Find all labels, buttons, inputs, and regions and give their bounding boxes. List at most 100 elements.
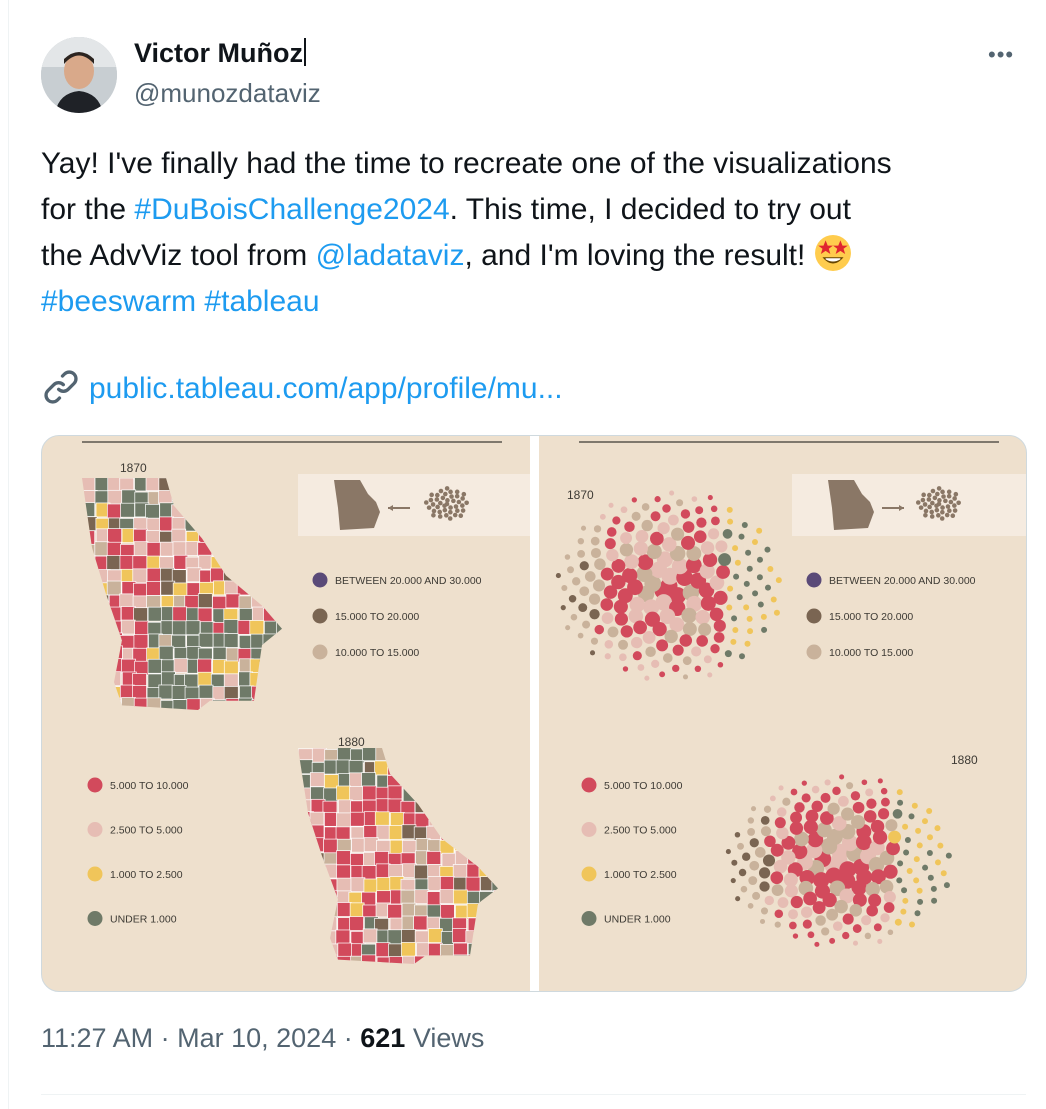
- tweet-media[interactable]: 1870 BETWEEN 20.000 AND 30.000 15.000 TO …: [41, 435, 1027, 992]
- bubble: [911, 802, 918, 809]
- county: [452, 824, 468, 840]
- county: [453, 954, 469, 964]
- bubble: [593, 525, 602, 533]
- bubble: [790, 895, 803, 909]
- county: [323, 954, 339, 964]
- county: [249, 620, 265, 635]
- bubble: [603, 585, 618, 599]
- hashtag-tableau[interactable]: #tableau: [204, 285, 319, 318]
- county: [323, 787, 339, 803]
- bubble: [662, 504, 671, 513]
- tweet-time[interactable]: 11:27 AM: [41, 1023, 153, 1053]
- county: [479, 826, 495, 842]
- mini-bubble: [956, 500, 961, 506]
- county: [264, 685, 280, 701]
- bubble: [800, 906, 813, 918]
- bubble: [733, 573, 740, 580]
- county: [298, 890, 312, 906]
- mini-bubble: [437, 509, 443, 515]
- county: [466, 748, 481, 762]
- county: [121, 658, 136, 674]
- county: [375, 863, 391, 879]
- legend-swatch: [581, 822, 597, 837]
- county: [82, 633, 96, 649]
- mini-bubble: [927, 504, 932, 510]
- county: [310, 903, 326, 918]
- county: [133, 582, 148, 598]
- legend-upper: BETWEEN 20.000 AND 30.000 15.000 TO 20.00…: [312, 572, 482, 660]
- bubble: [769, 795, 776, 802]
- mention-ladataviz[interactable]: @ladataviz: [316, 239, 465, 272]
- county: [387, 904, 403, 919]
- county: [236, 555, 251, 571]
- county: [401, 942, 416, 957]
- bubble: [773, 859, 788, 874]
- bubble: [618, 639, 629, 650]
- bubble: [837, 795, 849, 807]
- county: [400, 748, 416, 763]
- county: [262, 595, 278, 611]
- author-name[interactable]: Victor Muñoz: [134, 38, 306, 69]
- mini-bubble: [923, 508, 929, 514]
- bubble: [760, 613, 767, 620]
- bubble: [821, 927, 830, 936]
- year-label-1870: 1870: [120, 461, 147, 475]
- bubble: [700, 541, 715, 555]
- bubble: [885, 819, 898, 832]
- hashtag-beeswarm[interactable]: #beeswarm: [41, 285, 196, 318]
- bubble: [682, 622, 697, 637]
- bubble: [679, 634, 693, 647]
- county: [223, 567, 238, 582]
- bubble: [747, 828, 756, 836]
- bubble: [940, 870, 947, 877]
- county: [106, 541, 122, 557]
- link-card[interactable]: public.tableau.com/app/profile/mu...: [41, 366, 563, 412]
- county: [322, 930, 337, 946]
- county: [454, 837, 470, 853]
- county: [82, 516, 98, 532]
- mini-bubble: [460, 503, 465, 508]
- county: [212, 502, 228, 518]
- county: [172, 582, 188, 598]
- county: [276, 658, 282, 674]
- county: [416, 787, 431, 802]
- mini-bubble: [929, 509, 935, 515]
- bubble: [713, 590, 728, 605]
- bubble: [607, 626, 619, 638]
- bubble: [734, 832, 741, 838]
- county: [299, 904, 314, 919]
- hashtag-duboischallenge2024[interactable]: #DuBoisChallenge2024: [134, 193, 449, 226]
- county: [250, 478, 266, 493]
- separator: ·: [343, 1023, 353, 1053]
- bubble: [789, 921, 797, 930]
- county: [107, 489, 123, 505]
- avatar[interactable]: [41, 37, 117, 113]
- county: [298, 865, 314, 881]
- bubble: [600, 598, 614, 611]
- tweet-date[interactable]: Mar 10, 2024: [177, 1023, 336, 1053]
- county: [277, 543, 282, 558]
- county: [275, 528, 282, 544]
- bubble: [718, 553, 732, 566]
- county: [493, 786, 498, 801]
- county: [237, 543, 253, 559]
- bubble: [642, 631, 656, 644]
- bubble: [703, 655, 712, 664]
- county: [427, 798, 443, 813]
- county: [492, 852, 498, 868]
- county: [362, 785, 377, 801]
- county: [197, 607, 213, 623]
- county: [134, 620, 149, 636]
- bubble: [814, 941, 820, 947]
- author-handle[interactable]: @munozdataviz: [134, 78, 321, 109]
- county: [184, 479, 200, 494]
- county: [171, 528, 187, 544]
- county: [427, 956, 443, 964]
- county: [238, 697, 254, 710]
- divider: [8, 0, 9, 1109]
- county: [197, 542, 213, 557]
- county: [374, 760, 389, 776]
- bubble: [590, 637, 599, 645]
- more-options-button[interactable]: •••: [988, 42, 1014, 68]
- county: [413, 915, 428, 931]
